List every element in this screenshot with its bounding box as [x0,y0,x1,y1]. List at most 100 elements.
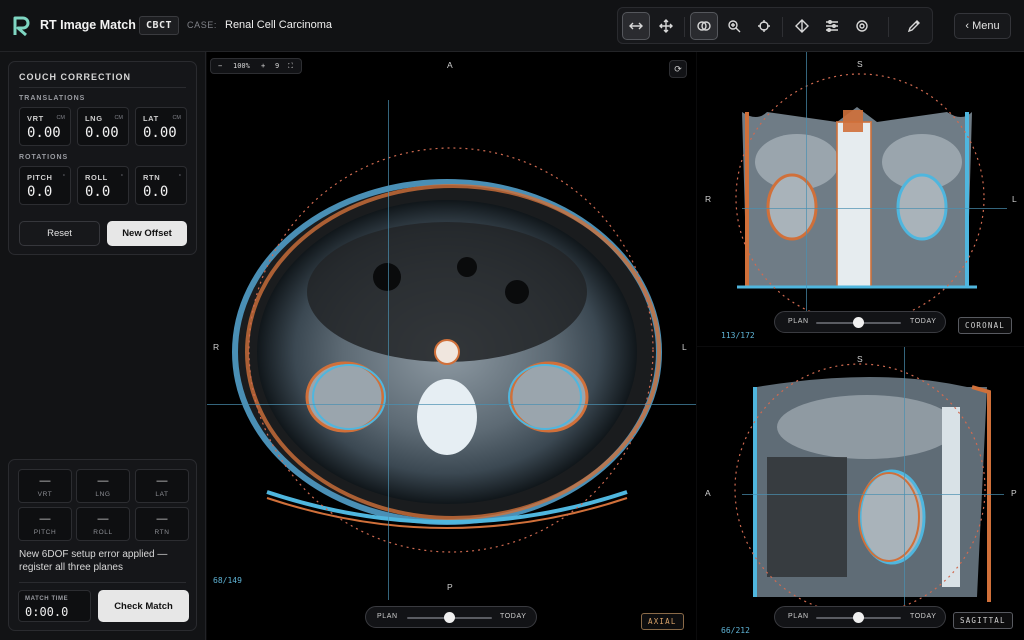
axial-orient-bottom: P [447,582,453,592]
crosshair-icon [758,20,770,32]
sagittal-blend-knob[interactable] [853,612,864,623]
rtn-unit: ° [178,174,181,180]
axial-today-label: TODAY [500,613,527,620]
pitch-unit: ° [62,174,65,180]
coronal-crosshair-vertical[interactable] [806,52,807,317]
coronal-view-badge: CORONAL [958,317,1013,334]
overlay-icon [697,21,711,31]
sagittal-blend-slider[interactable]: PLAN TODAY [774,606,946,628]
result-lng: — LNG [76,469,130,503]
swap-tool-button[interactable] [622,12,650,40]
annotate-tool-button[interactable] [900,12,928,40]
match-time-label: MATCH TIME [25,596,69,602]
coronal-blend-knob[interactable] [853,317,864,328]
sliders-tool-button[interactable] [818,12,846,40]
result-roll: — ROLL [76,507,130,541]
lat-label: LAT [143,114,159,123]
rotations-label: ROTATIONS [19,154,69,161]
reset-button[interactable]: Reset [19,221,100,246]
target-tool-button[interactable] [848,12,876,40]
axial-orient-top: A [447,60,453,70]
roll-input[interactable]: ROLL ° 0.0 [77,166,129,205]
axial-blend-slider[interactable]: PLAN TODAY [365,606,537,628]
result-vrt: — VRT [18,469,72,503]
axial-orient-right: L [682,342,687,352]
roll-unit: ° [120,174,123,180]
result-lat: — LAT [135,469,189,503]
sagittal-orient-left: A [705,488,711,498]
contrast-tool-button[interactable] [788,12,816,40]
coronal-crosshair-horizontal[interactable] [742,208,1007,209]
check-match-button[interactable]: Check Match [98,590,189,622]
reset-view-icon[interactable]: ⟳ [669,60,687,78]
coronal-today-label: TODAY [910,318,937,325]
case-name: Renal Cell Carcinoma [225,19,332,31]
sagittal-crosshair-horizontal[interactable] [742,494,1004,495]
sliders-icon [826,20,838,32]
sagittal-orient-top: S [857,354,863,364]
new-offset-button[interactable]: New Offset [107,221,187,246]
sagittal-view-badge: SAGITTAL [953,612,1013,629]
move-icon [659,19,673,33]
lat-unit: CM [172,115,181,121]
overlay-tool-button[interactable] [690,12,718,40]
sagittal-slice-index: 66/212 [721,626,750,635]
zoom-extra[interactable]: 9 [275,62,279,70]
zoom-tool-button[interactable] [720,12,748,40]
axial-view-badge: AXIAL [641,613,684,630]
coronal-plan-label: PLAN [788,318,809,325]
app-title: RT Image Match [40,18,136,32]
zoom-out-button[interactable]: − [218,62,222,70]
sagittal-today-label: TODAY [910,613,937,620]
axial-blend-knob[interactable] [444,612,455,623]
axial-plan-label: PLAN [377,613,398,620]
coronal-orient-left: R [705,194,712,204]
move-tool-button[interactable] [652,12,680,40]
rtn-label: RTN [143,173,161,182]
vrt-input[interactable]: VRT CM 0.00 [19,107,71,146]
coronal-image [735,73,985,323]
lng-input[interactable]: LNG CM 0.00 [77,107,129,146]
lat-input[interactable]: LAT CM 0.00 [135,107,187,146]
coronal-slice-index: 113/172 [721,331,755,340]
contrast-icon [795,19,809,33]
coronal-blend-slider[interactable]: PLAN TODAY [774,311,946,333]
axial-image [232,147,662,553]
sagittal-crosshair-vertical[interactable] [904,347,905,605]
crosshair-tool-button[interactable] [750,12,778,40]
case-label: CASE: [187,20,218,30]
vrt-label: VRT [27,114,44,123]
pitch-input[interactable]: PITCH ° 0.0 [19,166,71,205]
pencil-icon [907,20,920,33]
axial-zoom-control: − 100% + 9 ⛶ [210,58,302,74]
result-pitch: — PITCH [18,507,72,541]
swap-icon [629,22,643,30]
app-logo-icon [13,16,30,37]
left-panel: COUCH CORRECTION TRANSLATIONS VRT CM 0.0… [0,52,206,640]
vrt-value: 0.00 [27,125,61,141]
zoom-in-button[interactable]: + [261,62,265,70]
toolbar [617,7,933,44]
coronal-viewport[interactable]: S R L 113/172 PLAN TODAY CORONAL [697,52,1024,346]
sagittal-plan-label: PLAN [788,613,809,620]
lng-unit: CM [114,115,123,121]
rtn-input[interactable]: RTN ° 0.0 [135,166,187,205]
axial-crosshair-horizontal[interactable] [207,404,696,405]
zoom-level: 100% [233,62,250,70]
menu-button[interactable]: ‹ Menu [954,13,1011,39]
sagittal-viewport[interactable]: S A P 66/212 PLAN TODAY SAGITTAL [697,347,1024,640]
rtn-value: 0.0 [143,184,169,200]
top-bar: RT Image Match CBCT CASE: Renal Cell Car… [0,0,1024,52]
target-icon [856,20,868,32]
status-message: New 6DOF setup error applied — register … [19,549,168,573]
axial-viewport[interactable]: A P R L 68/149 PLAN TODAY AXIAL [207,52,696,640]
sagittal-orient-right: P [1011,488,1017,498]
pitch-label: PITCH [27,173,53,182]
axial-crosshair-vertical[interactable] [388,100,389,600]
fit-icon[interactable]: ⛶ [288,62,293,71]
match-result-card: — VRT — LNG — LAT — PITCH — ROLL — RTN N… [8,459,197,631]
vrt-unit: CM [56,115,65,121]
roll-value: 0.0 [85,184,111,200]
axial-orient-left: R [213,342,220,352]
roll-label: ROLL [85,173,108,182]
